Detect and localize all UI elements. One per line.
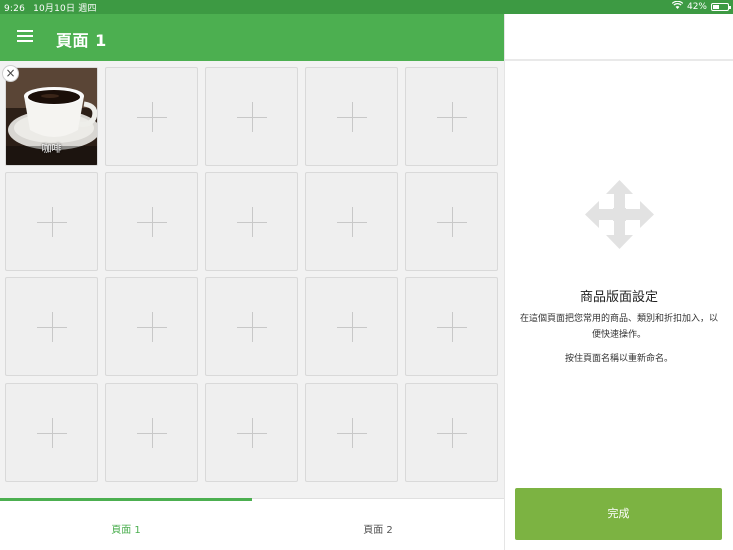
plus-icon — [252, 207, 253, 237]
plus-icon — [252, 102, 253, 132]
menu-icon[interactable] — [15, 28, 35, 46]
status-bar: 9:26 10月10日 週四 42% — [0, 0, 733, 14]
product-tile-coffee[interactable]: 咖啡 — [5, 67, 98, 166]
tab-page-2[interactable]: 頁面 2 — [252, 499, 504, 550]
empty-tile[interactable] — [105, 383, 198, 482]
plus-icon — [452, 207, 453, 237]
product-name: 咖啡 — [41, 144, 62, 155]
close-icon[interactable]: × — [2, 65, 19, 82]
empty-tile[interactable] — [305, 67, 398, 166]
plus-icon — [452, 102, 453, 132]
app-bar: 頁面 1 — [0, 14, 504, 61]
plus-icon — [52, 312, 53, 342]
empty-tile[interactable] — [305, 383, 398, 482]
plus-icon — [152, 102, 153, 132]
empty-tile[interactable] — [205, 67, 298, 166]
empty-tile[interactable] — [5, 383, 98, 482]
battery-percent: 42% — [686, 1, 707, 12]
plus-icon — [52, 207, 53, 237]
page-tabs: 頁面 1 頁面 2 — [0, 498, 504, 550]
empty-tile[interactable] — [205, 277, 298, 376]
done-button[interactable]: 完成 — [515, 488, 722, 540]
battery-icon — [711, 2, 731, 11]
plus-icon — [252, 312, 253, 342]
panel-header — [505, 14, 733, 61]
empty-tile[interactable] — [405, 67, 498, 166]
plus-icon — [352, 418, 353, 448]
status-time: 9:26 — [4, 4, 26, 14]
empty-tile[interactable] — [205, 172, 298, 271]
vertical-divider — [504, 14, 505, 550]
plus-icon — [452, 418, 453, 448]
panel-description: 在這個頁面把您常用的商品、類別和折扣加入，以便快速操作。 — [520, 314, 719, 340]
page-title[interactable]: 頁面 1 — [56, 27, 107, 51]
plus-icon — [352, 102, 353, 132]
empty-tile[interactable] — [5, 277, 98, 376]
plus-icon — [352, 312, 353, 342]
move-arrows-icon — [585, 180, 654, 249]
empty-tile[interactable] — [405, 172, 498, 271]
empty-tile[interactable] — [105, 277, 198, 376]
empty-tile[interactable] — [5, 172, 98, 271]
panel-title: 商品版面設定 — [579, 290, 658, 305]
empty-tile[interactable] — [305, 277, 398, 376]
empty-tile[interactable] — [105, 67, 198, 166]
empty-tile[interactable] — [405, 383, 498, 482]
plus-icon — [152, 418, 153, 448]
plus-icon — [452, 312, 453, 342]
plus-icon — [152, 312, 153, 342]
plus-icon — [252, 418, 253, 448]
empty-tile[interactable] — [205, 383, 298, 482]
plus-icon — [352, 207, 353, 237]
empty-tile[interactable] — [405, 277, 498, 376]
status-date: 10月10日 週四 — [33, 4, 97, 14]
plus-icon — [152, 207, 153, 237]
empty-tile[interactable] — [305, 172, 398, 271]
plus-icon — [52, 418, 53, 448]
tab-page-1[interactable]: 頁面 1 — [0, 498, 252, 550]
panel-hint: 按住頁面名稱以重新命名。 — [564, 354, 673, 364]
empty-tile[interactable] — [105, 172, 198, 271]
wifi-icon — [671, 0, 684, 12]
